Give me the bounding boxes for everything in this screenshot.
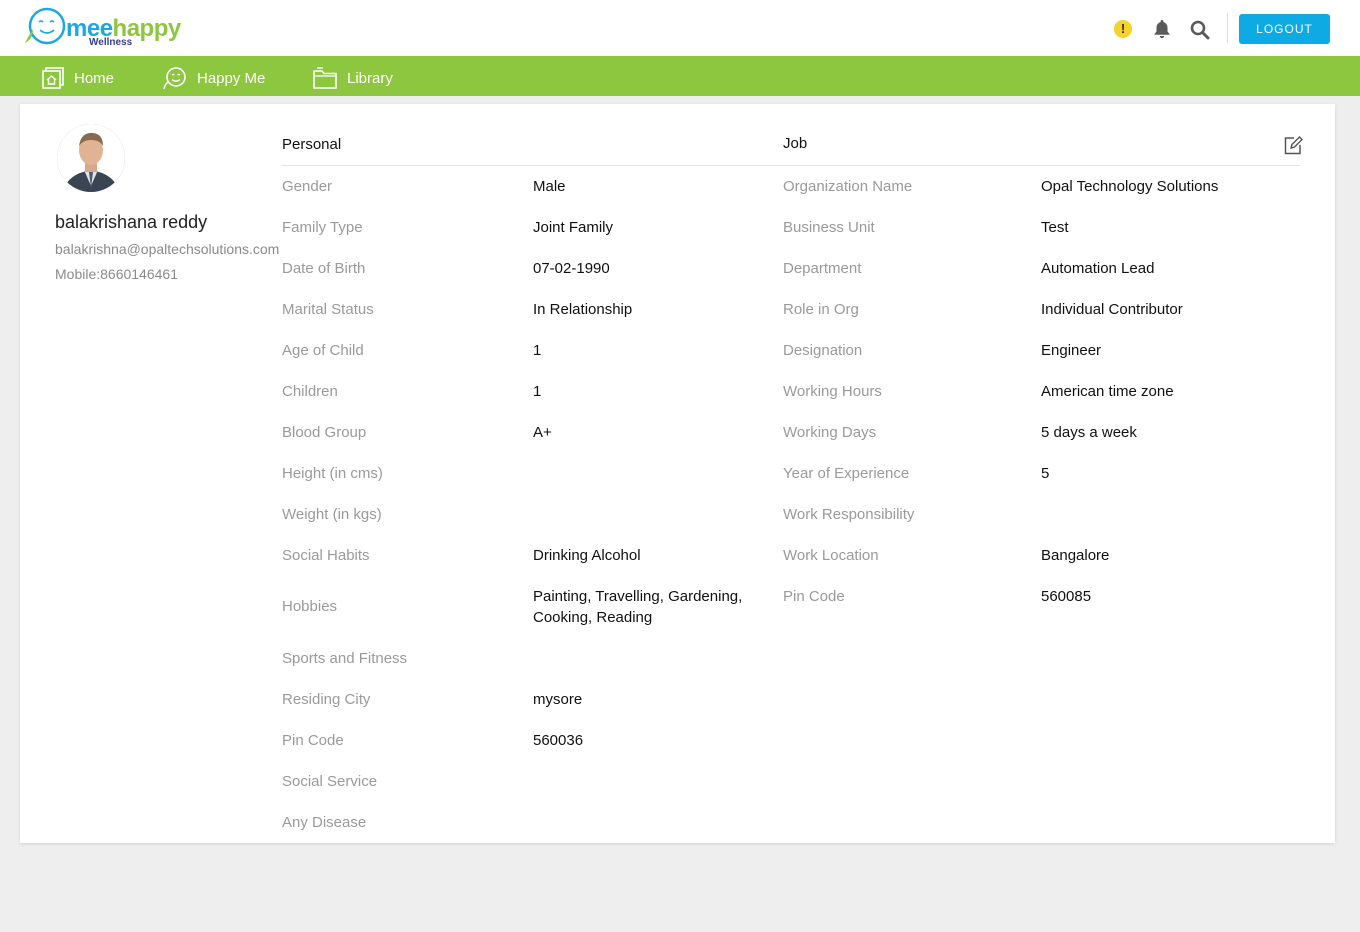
user-name: balakrishana reddy bbox=[55, 212, 208, 232]
nav-label: Home bbox=[74, 69, 115, 87]
profile-card: balakrishana reddy balakrishna@opaltechs… bbox=[20, 104, 1335, 843]
personal-label: Sports and Fitness bbox=[282, 650, 408, 667]
personal-value: In Relationship bbox=[533, 301, 633, 318]
nav-label: Happy Me bbox=[197, 69, 266, 87]
smiley-icon bbox=[163, 67, 186, 90]
user-mobile: Mobile:8660146461 bbox=[55, 266, 178, 282]
personal-label: Family Type bbox=[282, 219, 363, 236]
job-label: Year of Experience bbox=[783, 465, 910, 482]
personal-value: Drinking Alcohol bbox=[533, 547, 641, 564]
main-nav: Home Happy Me Library bbox=[0, 56, 1360, 96]
edit-icon[interactable] bbox=[1284, 136, 1304, 155]
job-value: American time zone bbox=[1041, 383, 1174, 400]
personal-label: Gender bbox=[282, 178, 333, 195]
logout-button[interactable]: LOGOUT bbox=[1239, 14, 1330, 44]
personal-value: Joint Family bbox=[533, 219, 614, 236]
job-value: 560085 bbox=[1041, 588, 1092, 605]
job-value: Automation Lead bbox=[1041, 260, 1155, 277]
section-title-job: Job bbox=[783, 135, 808, 152]
job-label: Work Responsibility bbox=[783, 506, 915, 523]
logo-tagline: Wellness bbox=[89, 37, 133, 48]
personal-label: Social Habits bbox=[282, 547, 370, 564]
bell-icon[interactable] bbox=[1153, 19, 1171, 39]
personal-label: Marital Status bbox=[282, 301, 374, 318]
job-label: Business Unit bbox=[783, 219, 875, 236]
personal-value: 07-02-1990 bbox=[533, 260, 610, 277]
personal-value: 1 bbox=[533, 383, 542, 400]
meehappy-logo[interactable]: meehappy Wellness bbox=[22, 5, 181, 49]
job-value: Bangalore bbox=[1041, 547, 1110, 564]
user-email: balakrishna@opaltechsolutions.com bbox=[55, 241, 280, 257]
personal-value: Painting, Travelling, Gardening, Cooking… bbox=[533, 588, 743, 626]
nav-item-library[interactable]: Library bbox=[313, 66, 393, 90]
personal-label: Children bbox=[282, 383, 338, 400]
personal-value: 560036 bbox=[533, 732, 584, 749]
personal-label: Any Disease bbox=[282, 814, 367, 831]
section-title-personal: Personal bbox=[282, 136, 342, 153]
personal-label: Social Service bbox=[282, 773, 378, 790]
search-icon[interactable] bbox=[1190, 20, 1210, 40]
job-label: Pin Code bbox=[783, 588, 845, 605]
job-value: Individual Contributor bbox=[1041, 301, 1183, 318]
job-value: 5 bbox=[1041, 465, 1050, 482]
nav-label: Library bbox=[347, 69, 393, 87]
header-divider bbox=[1227, 13, 1228, 43]
personal-value: Male bbox=[533, 178, 566, 195]
avatar bbox=[57, 124, 125, 192]
job-label: Designation bbox=[783, 342, 863, 359]
job-label: Role in Org bbox=[783, 301, 859, 318]
personal-label: Blood Group bbox=[282, 424, 367, 441]
personal-label: Residing City bbox=[282, 691, 371, 708]
personal-label: Age of Child bbox=[282, 342, 364, 359]
job-value: Test bbox=[1041, 219, 1069, 236]
personal-label: Height (in cms) bbox=[282, 465, 383, 482]
job-label: Working Hours bbox=[783, 383, 882, 400]
nav-item-home[interactable]: Home bbox=[42, 66, 114, 90]
alert-icon[interactable]: ! bbox=[1114, 20, 1132, 38]
personal-value: A+ bbox=[533, 424, 552, 441]
personal-label: Pin Code bbox=[282, 732, 344, 749]
personal-label: Weight (in kgs) bbox=[282, 506, 382, 523]
avatar-photo bbox=[57, 124, 125, 192]
job-label: Organization Name bbox=[783, 178, 913, 195]
job-label: Department bbox=[783, 260, 862, 277]
logo-face-icon bbox=[25, 7, 66, 45]
section-divider bbox=[282, 165, 1300, 166]
home-icon bbox=[42, 67, 64, 89]
job-value: Engineer bbox=[1041, 342, 1102, 359]
job-value: 5 days a week bbox=[1041, 424, 1137, 441]
personal-value: 1 bbox=[533, 342, 542, 359]
personal-label: Date of Birth bbox=[282, 260, 366, 277]
job-label: Working Days bbox=[783, 424, 877, 441]
personal-label: Hobbies bbox=[282, 598, 338, 615]
job-value: Opal Technology Solutions bbox=[1041, 178, 1219, 195]
top-header: meehappy Wellness ! LOGOUT bbox=[0, 0, 1360, 56]
personal-value: mysore bbox=[533, 691, 583, 708]
folder-icon bbox=[313, 67, 337, 89]
nav-item-happy-me[interactable]: Happy Me bbox=[163, 66, 265, 90]
job-label: Work Location bbox=[783, 547, 879, 564]
